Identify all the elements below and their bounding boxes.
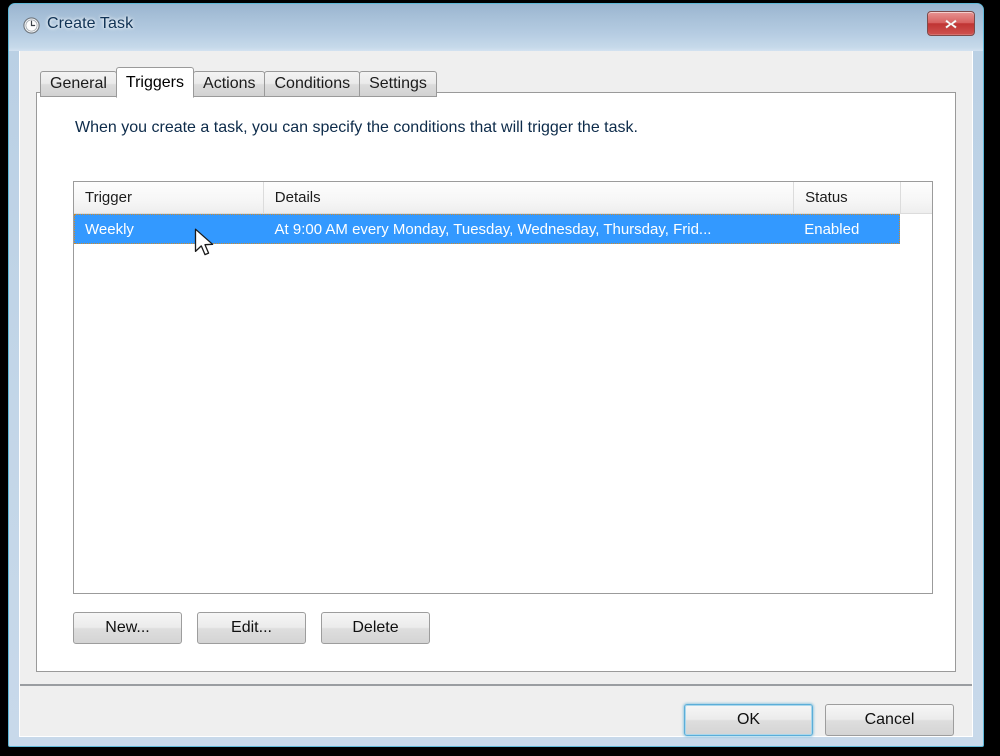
tab-label: Settings	[369, 75, 427, 92]
cell-trigger: Weekly	[74, 214, 264, 244]
trigger-list-view[interactable]: Trigger Details Status Weekly At 9:00 AM…	[73, 181, 933, 594]
tab-label: Triggers	[125, 73, 185, 91]
delete-trigger-button[interactable]: Delete	[321, 612, 430, 644]
tab-settings[interactable]: Settings	[359, 71, 437, 97]
tab-label: Actions	[203, 75, 256, 92]
close-button[interactable]	[927, 11, 975, 36]
edit-trigger-button[interactable]: Edit...	[197, 612, 306, 644]
clock-icon	[23, 17, 40, 34]
column-header-details[interactable]: Details	[264, 182, 795, 213]
table-row[interactable]: Weekly At 9:00 AM every Monday, Tuesday,…	[74, 214, 900, 244]
tab-label: General	[50, 75, 107, 92]
tab-actions[interactable]: Actions	[193, 71, 266, 97]
column-header-blank[interactable]	[901, 182, 932, 213]
dialog-client-area: General Triggers Actions Conditions Sett…	[19, 51, 973, 737]
cell-text: Weekly	[85, 220, 134, 238]
column-header-label: Trigger	[85, 189, 132, 206]
cell-details: At 9:00 AM every Monday, Tuesday, Wednes…	[264, 214, 794, 244]
tab-triggers[interactable]: Triggers	[115, 67, 195, 98]
ok-button[interactable]: OK	[684, 704, 813, 736]
new-trigger-button[interactable]: New...	[73, 612, 182, 644]
close-icon	[945, 19, 957, 29]
dialog-window: Create Task General Triggers Actions Con…	[8, 3, 984, 747]
footer-separator	[20, 684, 972, 686]
tab-strip: General Triggers Actions Conditions Sett…	[40, 67, 437, 98]
window-title: Create Task	[47, 15, 134, 32]
cancel-button[interactable]: Cancel	[825, 704, 954, 736]
column-header-label: Status	[805, 189, 848, 206]
tab-conditions[interactable]: Conditions	[264, 71, 361, 97]
column-header-label: Details	[274, 189, 321, 206]
cell-text: At 9:00 AM every Monday, Tuesday, Wednes…	[274, 220, 712, 238]
column-header-trigger[interactable]: Trigger	[74, 182, 264, 213]
title-bar[interactable]: Create Task	[9, 4, 983, 51]
panel-description: When you create a task, you can specify …	[75, 119, 638, 136]
column-header-status[interactable]: Status	[794, 182, 902, 213]
triggers-tab-panel: When you create a task, you can specify …	[36, 92, 956, 672]
cell-status: Enabled	[793, 214, 900, 244]
list-body: Weekly At 9:00 AM every Monday, Tuesday,…	[74, 214, 932, 244]
list-header-row: Trigger Details Status	[74, 182, 932, 214]
footer-buttons: OK Cancel	[684, 704, 954, 736]
tab-label: Conditions	[274, 75, 351, 92]
tab-general[interactable]: General	[40, 71, 117, 97]
trigger-action-buttons: New... Edit... Delete	[73, 612, 430, 644]
cell-text: Enabled	[804, 220, 860, 238]
